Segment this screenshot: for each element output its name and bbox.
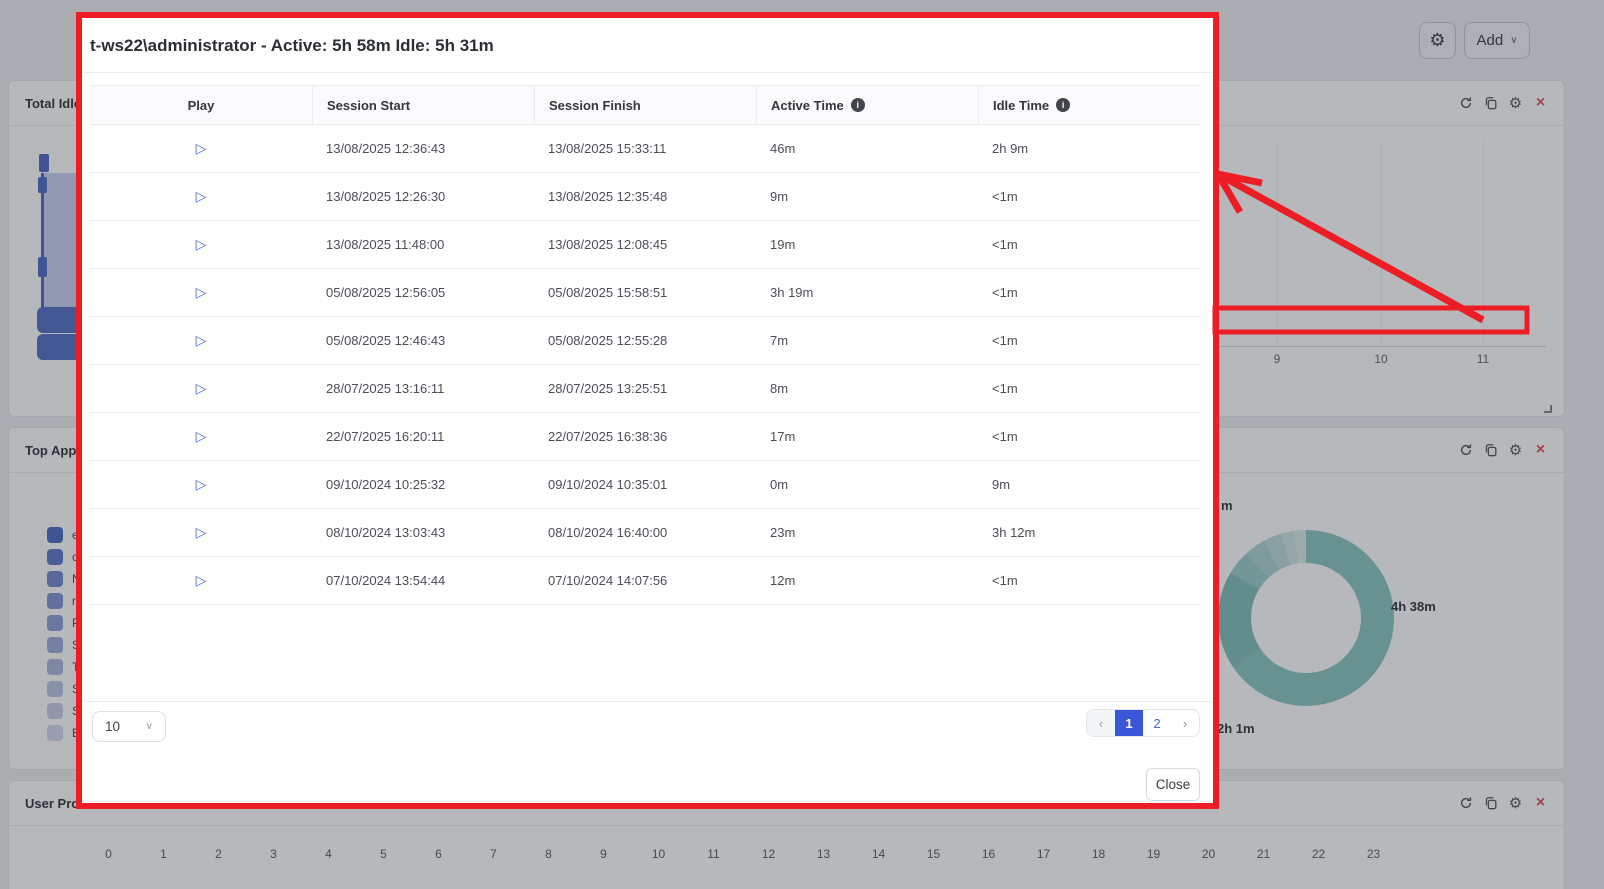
table-cell-session-finish: 13/08/2025 12:35:48 xyxy=(534,189,756,204)
table-row: ▷ 08/10/2024 13:03:43 08/10/2024 16:40:0… xyxy=(90,509,1200,557)
play-icon[interactable]: ▷ xyxy=(196,332,207,349)
table-cell-active-time: 8m xyxy=(756,381,978,396)
column-header-session-start: Session Start xyxy=(312,86,534,124)
table-row: ▷ 05/08/2025 12:46:43 05/08/2025 12:55:2… xyxy=(90,317,1200,365)
pagination-page-1[interactable]: 1 xyxy=(1115,710,1143,736)
dashboard-page: ⚙ Add ∨ Total Idle T ⚙ × xyxy=(0,0,1604,889)
table-cell-session-start: 28/07/2025 13:16:11 xyxy=(312,381,534,396)
table-cell-play: ▷ xyxy=(90,188,312,205)
table-cell-idle-time: <1m xyxy=(978,429,1200,444)
pagination-page-2[interactable]: 2 xyxy=(1143,710,1171,736)
play-icon[interactable]: ▷ xyxy=(196,236,207,253)
table-row: ▷ 05/08/2025 12:56:05 05/08/2025 15:58:5… xyxy=(90,269,1200,317)
table-cell-session-start: 09/10/2024 10:25:32 xyxy=(312,477,534,492)
table-cell-active-time: 19m xyxy=(756,237,978,252)
table-cell-play: ▷ xyxy=(90,236,312,253)
column-header-active-time: Active Time i xyxy=(756,86,978,124)
table-cell-session-finish: 22/07/2025 16:38:36 xyxy=(534,429,756,444)
table-row: ▷ 22/07/2025 16:20:11 22/07/2025 16:38:3… xyxy=(90,413,1200,461)
table-cell-session-start: 07/10/2024 13:54:44 xyxy=(312,573,534,588)
table-cell-active-time: 0m xyxy=(756,477,978,492)
table-cell-session-finish: 28/07/2025 13:25:51 xyxy=(534,381,756,396)
play-icon[interactable]: ▷ xyxy=(196,572,207,589)
table-cell-idle-time: 3h 12m xyxy=(978,525,1200,540)
table-cell-play: ▷ xyxy=(90,284,312,301)
table-cell-session-start: 05/08/2025 12:56:05 xyxy=(312,285,534,300)
column-header-play: Play xyxy=(90,86,312,124)
column-header-label: Active Time xyxy=(771,98,844,113)
table-cell-idle-time: <1m xyxy=(978,237,1200,252)
table-cell-play: ▷ xyxy=(90,332,312,349)
table-cell-session-start: 22/07/2025 16:20:11 xyxy=(312,429,534,444)
table-cell-play: ▷ xyxy=(90,380,312,397)
table-cell-session-start: 13/08/2025 11:48:00 xyxy=(312,237,534,252)
info-icon[interactable]: i xyxy=(851,98,865,112)
table-cell-session-finish: 13/08/2025 12:08:45 xyxy=(534,237,756,252)
info-icon[interactable]: i xyxy=(1056,98,1070,112)
table-cell-idle-time: <1m xyxy=(978,381,1200,396)
page-size-select[interactable]: 10 ∨ xyxy=(92,711,166,742)
table-cell-session-start: 13/08/2025 12:36:43 xyxy=(312,141,534,156)
table-row: ▷ 13/08/2025 11:48:00 13/08/2025 12:08:4… xyxy=(90,221,1200,269)
play-icon[interactable]: ▷ xyxy=(196,284,207,301)
table-cell-idle-time: <1m xyxy=(978,573,1200,588)
page-size-value: 10 xyxy=(105,719,120,734)
table-cell-play: ▷ xyxy=(90,476,312,493)
table-cell-active-time: 17m xyxy=(756,429,978,444)
session-details-modal: t-ws22\administrator - Active: 5h 58m Id… xyxy=(82,15,1213,806)
play-icon[interactable]: ▷ xyxy=(196,380,207,397)
table-body: ▷ 13/08/2025 12:36:43 13/08/2025 15:33:1… xyxy=(90,125,1200,605)
table-cell-idle-time: 2h 9m xyxy=(978,141,1200,156)
table-cell-active-time: 12m xyxy=(756,573,978,588)
table-cell-active-time: 23m xyxy=(756,525,978,540)
play-icon[interactable]: ▷ xyxy=(196,188,207,205)
play-icon[interactable]: ▷ xyxy=(196,476,207,493)
table-cell-session-start: 05/08/2025 12:46:43 xyxy=(312,333,534,348)
chevron-down-icon: ∨ xyxy=(146,721,153,732)
table-row: ▷ 07/10/2024 13:54:44 07/10/2024 14:07:5… xyxy=(90,557,1200,605)
table-cell-session-finish: 08/10/2024 16:40:00 xyxy=(534,525,756,540)
table-cell-session-start: 13/08/2025 12:26:30 xyxy=(312,189,534,204)
play-icon[interactable]: ▷ xyxy=(196,428,207,445)
pagination: ‹ 1 2 › xyxy=(1086,709,1200,737)
play-icon[interactable]: ▷ xyxy=(196,524,207,541)
table-cell-active-time: 46m xyxy=(756,141,978,156)
table-cell-idle-time: <1m xyxy=(978,285,1200,300)
table-cell-idle-time: <1m xyxy=(978,189,1200,204)
table-cell-session-finish: 13/08/2025 15:33:11 xyxy=(534,141,756,156)
table-cell-active-time: 9m xyxy=(756,189,978,204)
table-row: ▷ 28/07/2025 13:16:11 28/07/2025 13:25:5… xyxy=(90,365,1200,413)
play-icon[interactable]: ▷ xyxy=(196,140,207,157)
table-row: ▷ 13/08/2025 12:26:30 13/08/2025 12:35:4… xyxy=(90,173,1200,221)
close-button[interactable]: Close xyxy=(1146,768,1200,801)
column-header-idle-time: Idle Time i xyxy=(978,86,1200,124)
column-header-session-finish: Session Finish xyxy=(534,86,756,124)
modal-title: t-ws22\administrator - Active: 5h 58m Id… xyxy=(90,36,494,56)
table-row: ▷ 13/08/2025 12:36:43 13/08/2025 15:33:1… xyxy=(90,125,1200,173)
table-cell-active-time: 3h 19m xyxy=(756,285,978,300)
table-cell-session-finish: 05/08/2025 12:55:28 xyxy=(534,333,756,348)
table-cell-play: ▷ xyxy=(90,140,312,157)
table-cell-play: ▷ xyxy=(90,428,312,445)
divider xyxy=(82,72,1213,73)
table-cell-idle-time: <1m xyxy=(978,333,1200,348)
table-cell-idle-time: 9m xyxy=(978,477,1200,492)
table-cell-play: ▷ xyxy=(90,524,312,541)
pagination-prev-button[interactable]: ‹ xyxy=(1087,710,1115,736)
table-cell-session-finish: 07/10/2024 14:07:56 xyxy=(534,573,756,588)
table-header-row: Play Session Start Session Finish Active… xyxy=(90,85,1200,125)
column-header-label: Idle Time xyxy=(993,98,1049,113)
table-cell-active-time: 7m xyxy=(756,333,978,348)
table-cell-session-start: 08/10/2024 13:03:43 xyxy=(312,525,534,540)
table-row: ▷ 09/10/2024 10:25:32 09/10/2024 10:35:0… xyxy=(90,461,1200,509)
table-cell-session-finish: 05/08/2025 15:58:51 xyxy=(534,285,756,300)
divider xyxy=(82,701,1213,702)
sessions-table: Play Session Start Session Finish Active… xyxy=(90,85,1200,605)
table-cell-session-finish: 09/10/2024 10:35:01 xyxy=(534,477,756,492)
pagination-next-button[interactable]: › xyxy=(1171,710,1199,736)
table-cell-play: ▷ xyxy=(90,572,312,589)
